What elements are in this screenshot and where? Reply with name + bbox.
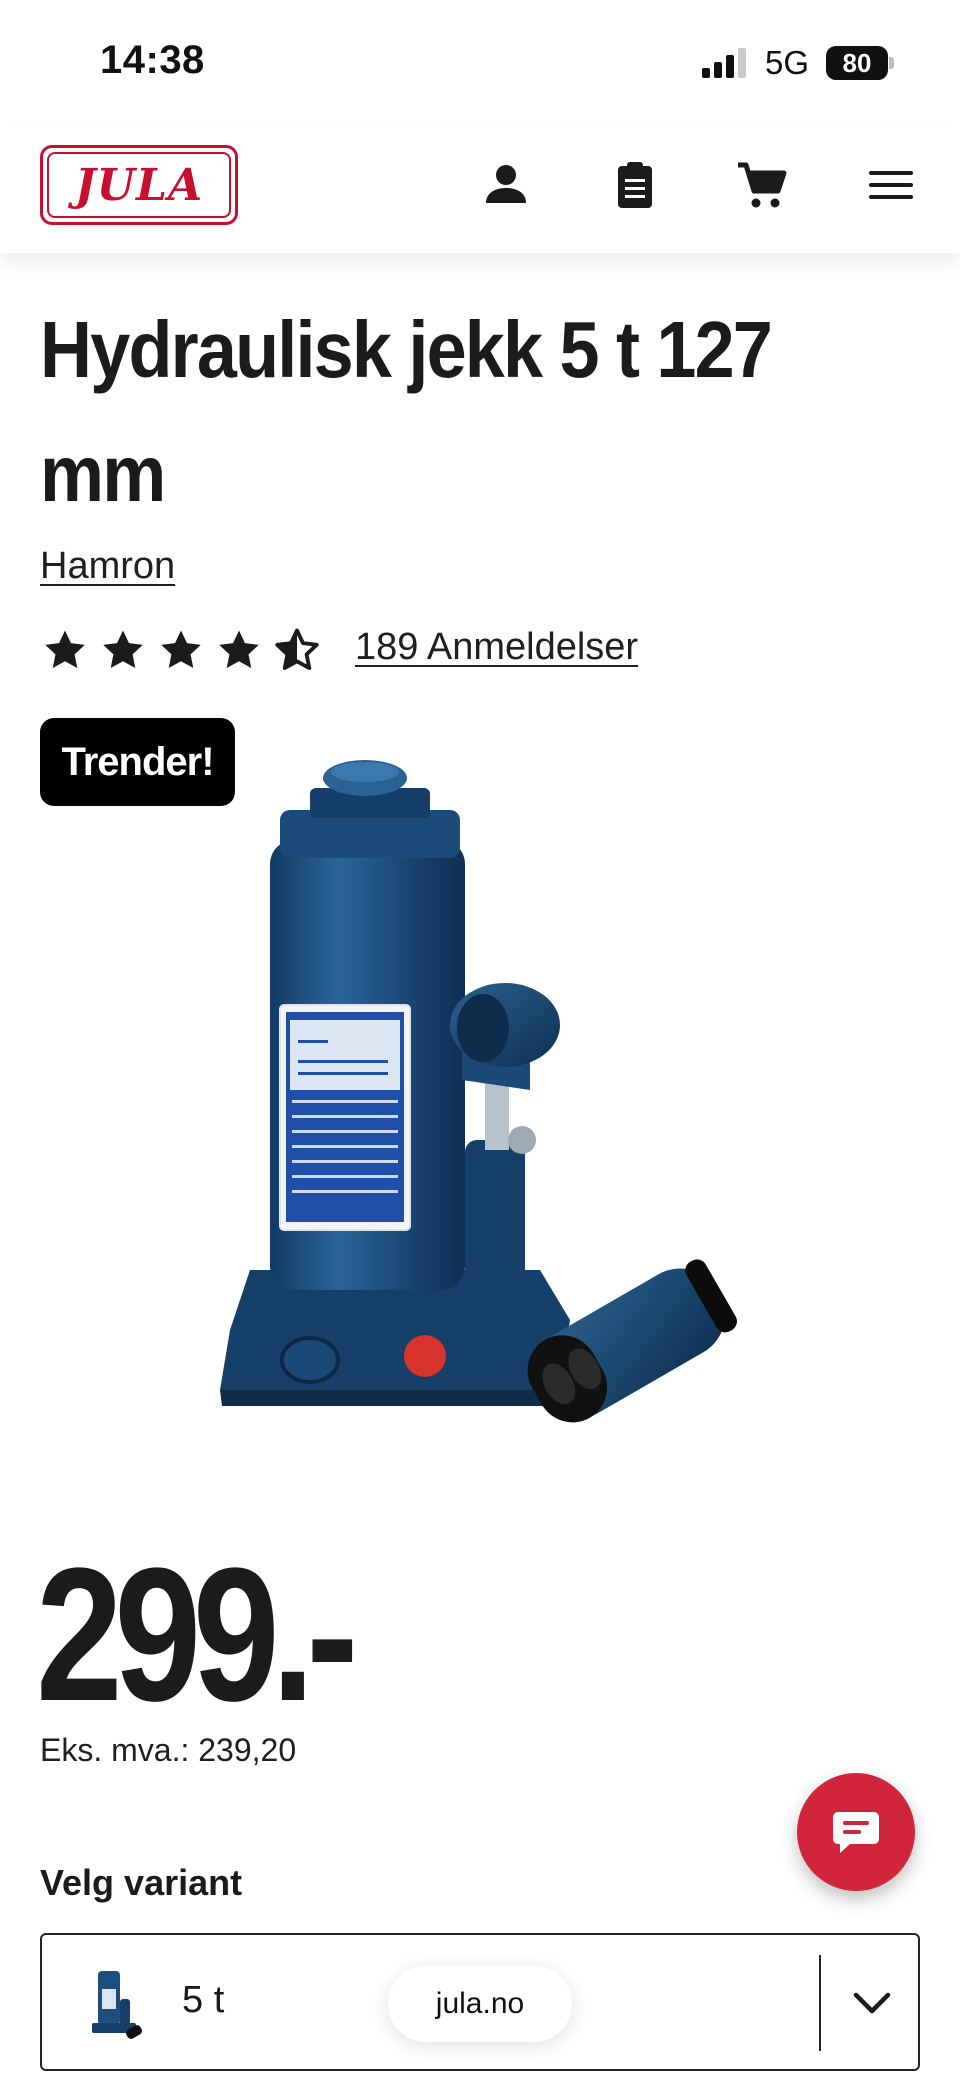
browser-url[interactable]: jula.no [388, 1966, 572, 2042]
price: 299.- [36, 1529, 358, 1741]
logo-text: JULA [47, 152, 231, 218]
star-half-icon [275, 628, 319, 670]
product-image[interactable] [200, 750, 760, 1490]
chat-button[interactable] [797, 1773, 915, 1891]
reviews-link[interactable]: 189 Anmeldelser [355, 626, 638, 669]
battery-level: 80 [826, 46, 888, 80]
variant-selected-value: 5 t [182, 1979, 225, 2021]
signal-icon [702, 48, 750, 78]
status-bar: 14:38 5G 80 [0, 0, 960, 125]
brand-link[interactable]: Hamron [40, 545, 175, 588]
network-label: 5G [765, 44, 810, 81]
variant-label: Velg variant [40, 1862, 243, 1903]
jula-logo[interactable]: JULA [40, 145, 238, 225]
variant-thumbnail [92, 1971, 142, 2039]
star-full-icon [161, 630, 201, 669]
chat-icon [833, 1812, 879, 1853]
status-time: 14:38 [100, 38, 205, 82]
product-title: Hydraulisk jekk 5 t 127 mm [40, 305, 773, 518]
shopping-list-icon[interactable] [605, 155, 665, 215]
account-icon[interactable] [476, 155, 536, 215]
star-full-icon [103, 630, 143, 669]
price-ex-vat: Eks. mva.: 239,20 [40, 1732, 297, 1768]
cart-icon[interactable] [731, 155, 791, 215]
menu-icon[interactable] [861, 155, 921, 215]
site-header: JULA [0, 125, 960, 253]
battery-icon: 80 [826, 46, 894, 80]
star-full-icon [219, 630, 259, 669]
star-full-icon [45, 630, 85, 669]
variant-divider [819, 1955, 821, 2051]
chevron-down-icon[interactable] [844, 1975, 900, 2031]
rating-stars [42, 622, 332, 678]
